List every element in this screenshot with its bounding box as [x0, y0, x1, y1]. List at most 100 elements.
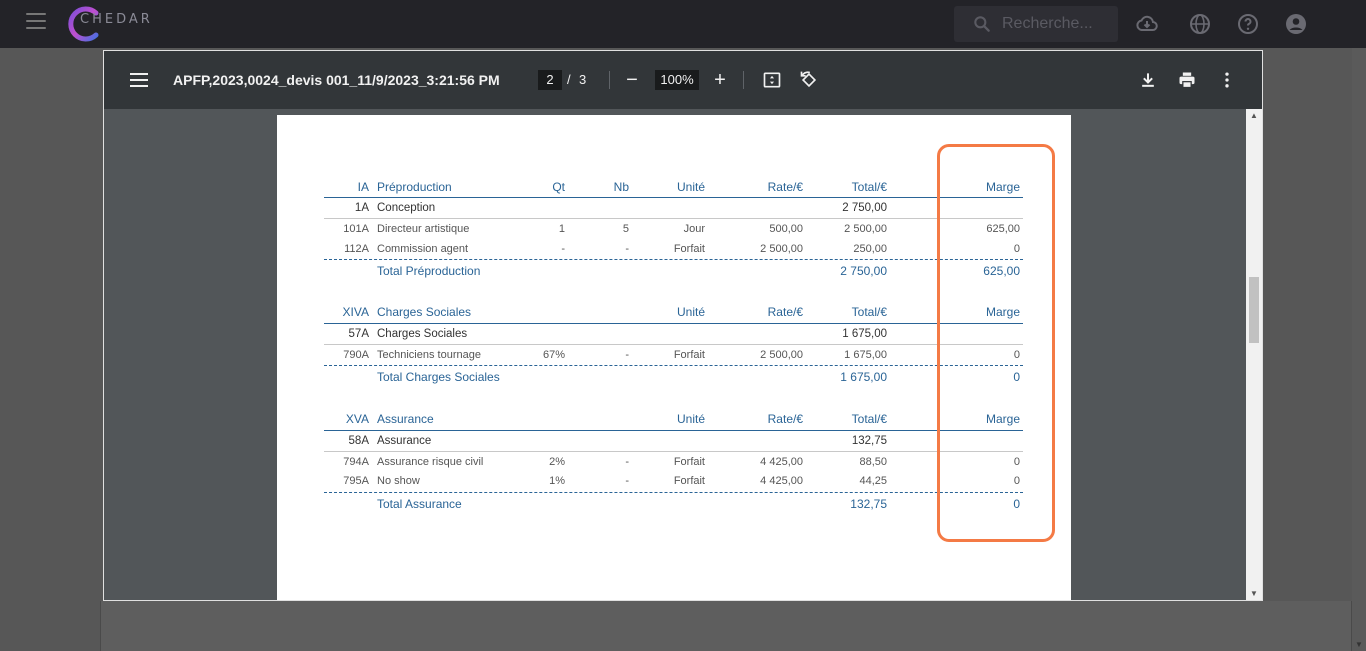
section-code: IA: [357, 180, 369, 194]
col-rate-header: Rate/€: [767, 305, 803, 319]
print-icon[interactable]: [1177, 70, 1197, 90]
row-code: 795A: [343, 475, 369, 487]
search-icon: [974, 16, 990, 32]
col-rate-header: Rate/€: [767, 412, 803, 426]
more-options-icon[interactable]: [1217, 70, 1237, 90]
sub-name: Conception: [377, 202, 436, 214]
row-unite: Forfait: [673, 243, 705, 255]
row-rate: 2 500,00: [760, 243, 803, 255]
toolbar-divider: [609, 71, 610, 89]
pdf-content-area: IA Préproduction Qt Nb Unité Rate/€ Tota…: [104, 109, 1246, 600]
app-header: CHEDAR: [0, 0, 1366, 48]
row-code: 790A: [343, 349, 369, 361]
row-code: 112A: [344, 243, 369, 255]
sub-code: 1A: [354, 202, 369, 214]
background-panel: [100, 601, 1352, 651]
col-nb-header: Nb: [613, 180, 629, 194]
pdf-menu-icon[interactable]: [130, 73, 148, 87]
section-code: XIVA: [342, 305, 369, 319]
zoom-in-button[interactable]: +: [710, 70, 730, 90]
col-total-header: Total/€: [851, 180, 887, 194]
row-qt: 2%: [549, 456, 565, 468]
row-rate: 500,00: [769, 223, 803, 235]
page-number-input[interactable]: 2: [538, 70, 562, 90]
row-qt: 1%: [549, 475, 565, 487]
marge-column-highlight: [937, 144, 1055, 542]
sub-rule: [324, 344, 1023, 345]
row-qt: 67%: [542, 349, 565, 361]
section-total-label: Total Charges Sociales: [377, 370, 500, 384]
section-name: Charges Sociales: [377, 305, 472, 319]
document-title: APFP,2023,0024_devis 001_11/9/2023_3:21:…: [173, 72, 500, 88]
row-name: Commission agent: [377, 243, 469, 255]
sub-name: Assurance: [377, 435, 432, 447]
total-rule: [324, 365, 1023, 366]
row-total: 88,50: [859, 456, 887, 468]
row-nb: -: [625, 349, 629, 361]
row-name: Directeur artistique: [377, 223, 470, 235]
row-nb: 5: [622, 223, 629, 235]
row-nb: -: [625, 243, 629, 255]
header-rule: [324, 197, 1023, 198]
row-unite: Jour: [683, 223, 705, 235]
search-input[interactable]: [1002, 14, 1112, 34]
header-rule: [324, 430, 1023, 431]
row-name: No show: [377, 475, 420, 487]
row-unite: Forfait: [673, 475, 705, 487]
col-unite-header: Unité: [676, 305, 705, 319]
download-icon[interactable]: [1138, 70, 1158, 90]
row-code: 794A: [343, 456, 369, 468]
help-icon[interactable]: [1236, 12, 1260, 36]
section-total-label: Total Assurance: [377, 497, 462, 511]
zoom-out-button[interactable]: −: [622, 70, 642, 90]
sub-code: 58A: [348, 435, 369, 447]
row-unite: Forfait: [673, 349, 705, 361]
fit-page-icon[interactable]: [762, 70, 782, 90]
page-total: 3: [579, 72, 587, 87]
header-rule: [324, 323, 1023, 324]
cloud-download-icon[interactable]: [1135, 12, 1159, 36]
col-rate-header: Rate/€: [767, 180, 803, 194]
toolbar-divider: [743, 71, 744, 89]
row-qt: 1: [558, 223, 565, 235]
row-unite: Forfait: [673, 456, 705, 468]
page-scrollbar[interactable]: ▼: [1352, 48, 1366, 651]
scroll-up-arrow-icon[interactable]: ▲: [1250, 111, 1258, 120]
row-nb: -: [625, 456, 629, 468]
row-rate: 4 425,00: [760, 456, 803, 468]
search-box[interactable]: [954, 6, 1118, 42]
sub-rule: [324, 218, 1023, 219]
row-total: 44,25: [859, 475, 887, 487]
pdf-scrollbar[interactable]: ▲ ▼: [1246, 109, 1262, 600]
scrollbar-thumb[interactable]: [1249, 277, 1259, 343]
total-rule: [324, 259, 1023, 260]
col-total-header: Total/€: [851, 412, 887, 426]
zoom-level-input[interactable]: 100%: [655, 70, 699, 90]
section-total: 1 675,00: [840, 370, 887, 384]
scroll-down-arrow-icon[interactable]: ▼: [1250, 589, 1258, 598]
sub-rule: [324, 451, 1023, 452]
rotate-icon[interactable]: [799, 70, 819, 90]
sub-total: 1 675,00: [842, 328, 887, 340]
globe-icon[interactable]: [1188, 12, 1212, 36]
row-total: 250,00: [853, 243, 887, 255]
row-rate: 2 500,00: [760, 349, 803, 361]
section-name: Assurance: [377, 412, 434, 426]
total-rule: [324, 492, 1023, 493]
col-qt-header: Qt: [552, 180, 565, 194]
scroll-down-arrow-icon[interactable]: ▼: [1355, 640, 1363, 649]
col-unite-header: Unité: [676, 180, 705, 194]
row-total: 1 675,00: [844, 349, 887, 361]
menu-icon[interactable]: [26, 13, 46, 29]
page-separator: /: [567, 72, 571, 87]
pdf-toolbar: APFP,2023,0024_devis 001_11/9/2023_3:21:…: [104, 51, 1262, 109]
brand-name: CHEDAR: [80, 12, 153, 27]
row-code: 101A: [343, 223, 369, 235]
sub-code: 57A: [348, 328, 369, 340]
row-name: Assurance risque civil: [377, 456, 484, 468]
section-total: 132,75: [850, 497, 887, 511]
section-code: XVA: [345, 412, 369, 426]
section-total: 2 750,00: [840, 264, 887, 278]
sub-name: Charges Sociales: [377, 328, 468, 340]
account-icon[interactable]: [1284, 12, 1308, 36]
